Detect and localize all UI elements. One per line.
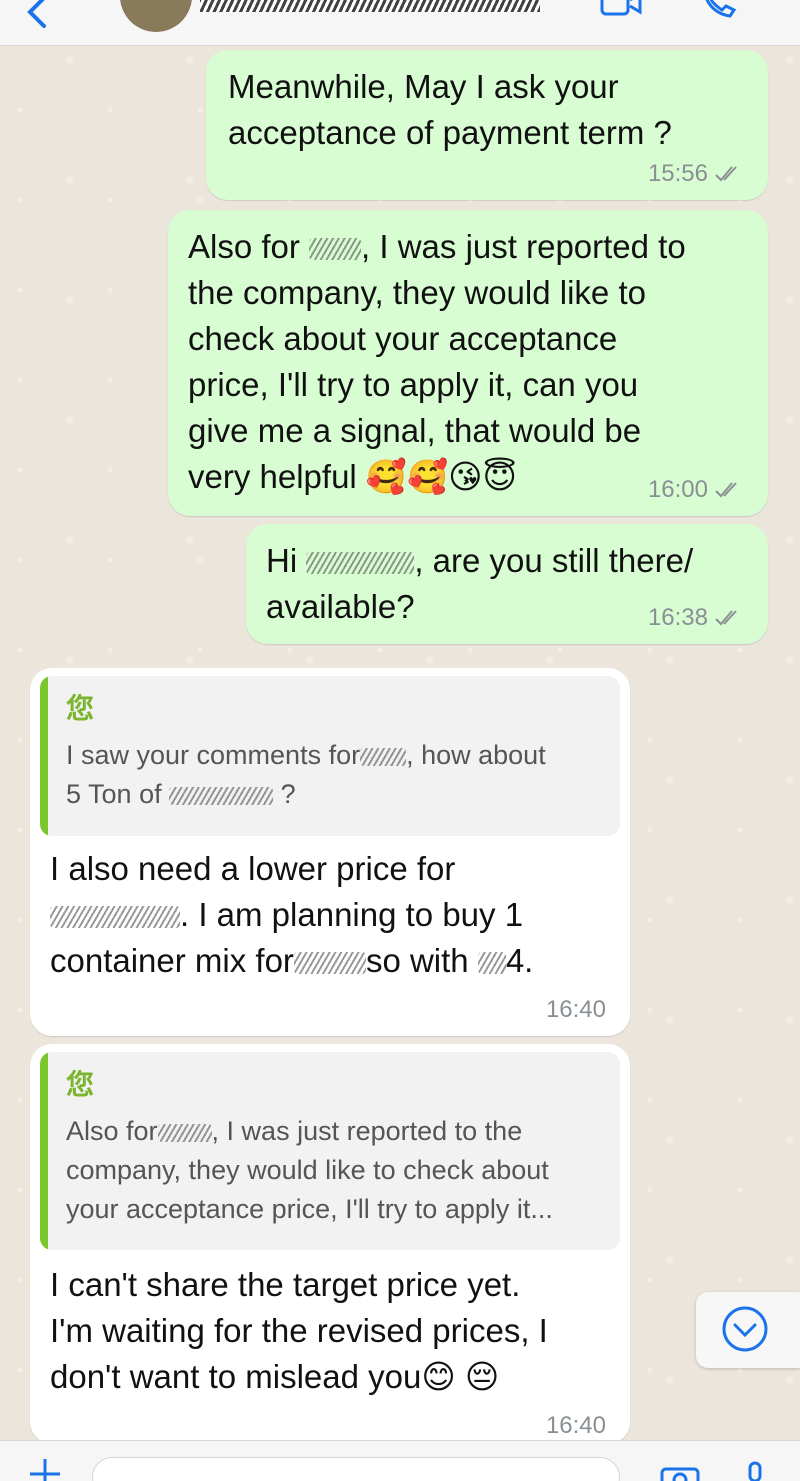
- message-meta: 16:00: [648, 476, 744, 504]
- quote-text-part: ?: [273, 779, 296, 809]
- quote-author: 您: [66, 693, 95, 724]
- message-time: 16:00: [647, 476, 708, 503]
- double-check-icon: [715, 166, 737, 182]
- message-meta: 15:56: [648, 160, 744, 188]
- scroll-to-bottom-button[interactable]: [696, 1292, 800, 1368]
- message-text-part: the company, they would like to check ab…: [188, 274, 646, 495]
- quote-text-part: Also for: [66, 1116, 158, 1146]
- avatar[interactable]: [120, 0, 192, 32]
- message-text: I can't share the target price yet. I'm …: [50, 1266, 548, 1395]
- message-text: I also need a lower price for . I am pla…: [50, 846, 620, 984]
- message-text-part: . I am planning to buy 1: [180, 896, 524, 933]
- message-meta: 16:40: [546, 996, 606, 1024]
- quote-text-part: company, they would like to check about …: [66, 1155, 553, 1224]
- message-text: Meanwhile, May I ask your acceptance of …: [228, 68, 672, 151]
- quote-text-part: , how about: [406, 740, 546, 770]
- message-meta: 16:38: [648, 604, 744, 632]
- redacted-text: [477, 952, 506, 975]
- compose-bar: [0, 1440, 800, 1481]
- quoted-message[interactable]: 您 I saw your comments for , how about 5 T…: [40, 676, 620, 836]
- redacted-text: [169, 786, 274, 805]
- double-check-icon: [715, 482, 737, 498]
- message-meta: 16:40: [546, 1412, 606, 1440]
- message-bubble-outgoing[interactable]: Meanwhile, May I ask your acceptance of …: [206, 50, 768, 200]
- redacted-text: [306, 552, 415, 575]
- chat-header: [0, 0, 800, 46]
- camera-icon[interactable]: [660, 1463, 700, 1481]
- message-text-part: Also for: [188, 228, 310, 265]
- message-text-part: , are you still there/: [414, 542, 694, 579]
- quote-text-part: , I was just reported to the: [211, 1116, 523, 1146]
- quote-text: I saw your comments for , how about 5 Ton…: [66, 736, 600, 814]
- quote-accent-bar: [40, 676, 48, 836]
- plus-icon[interactable]: [30, 1459, 60, 1481]
- quote-text-part: 5 Ton of: [66, 779, 162, 809]
- message-time: 16:40: [545, 996, 606, 1023]
- message-text-part: I also need a lower price for: [50, 850, 456, 887]
- message-text-part: , I was just reported to: [361, 228, 686, 265]
- redacted-text: [50, 906, 180, 929]
- message-text-part: container mix for: [50, 942, 294, 979]
- mic-icon[interactable]: [740, 1461, 770, 1481]
- quote-text: Also for , I was just reported to the com…: [66, 1112, 600, 1229]
- message-bubble-incoming[interactable]: 您 I saw your comments for , how about 5 T…: [30, 668, 630, 1036]
- message-text-part: so with: [365, 942, 469, 979]
- message-bubble-incoming[interactable]: 您 Also for , I was just reported to the c…: [30, 1044, 630, 1444]
- message-bubble-outgoing[interactable]: Hi , are you still there/ available? 16:…: [246, 524, 768, 644]
- message-text-part: Hi: [266, 542, 307, 579]
- message-bubble-outgoing[interactable]: Also for , I was just reported to the co…: [168, 210, 768, 516]
- message-time: 15:56: [647, 160, 708, 187]
- chevron-down-icon: [722, 1306, 768, 1352]
- double-check-icon: [715, 610, 737, 626]
- chevron-left-icon[interactable]: [20, 0, 56, 30]
- quote-author: 您: [66, 1069, 95, 1100]
- redacted-text: [157, 1123, 212, 1142]
- message-input[interactable]: [92, 1457, 620, 1481]
- redacted-text: [293, 952, 366, 975]
- redacted-text: [309, 238, 362, 261]
- redacted-text: [360, 747, 407, 766]
- message-time: 16:40: [545, 1412, 606, 1439]
- contact-name[interactable]: [200, 0, 540, 12]
- quoted-message[interactable]: 您 Also for , I was just reported to the c…: [40, 1052, 620, 1250]
- quote-text-part: I saw your comments for: [66, 740, 361, 770]
- message-time: 16:38: [647, 604, 708, 631]
- message-text-part: 4.: [505, 942, 534, 979]
- phone-icon[interactable]: [700, 0, 740, 20]
- video-call-icon[interactable]: [600, 0, 642, 20]
- quote-accent-bar: [40, 1052, 48, 1250]
- message-text: Also for , I was just reported to the co…: [188, 224, 758, 500]
